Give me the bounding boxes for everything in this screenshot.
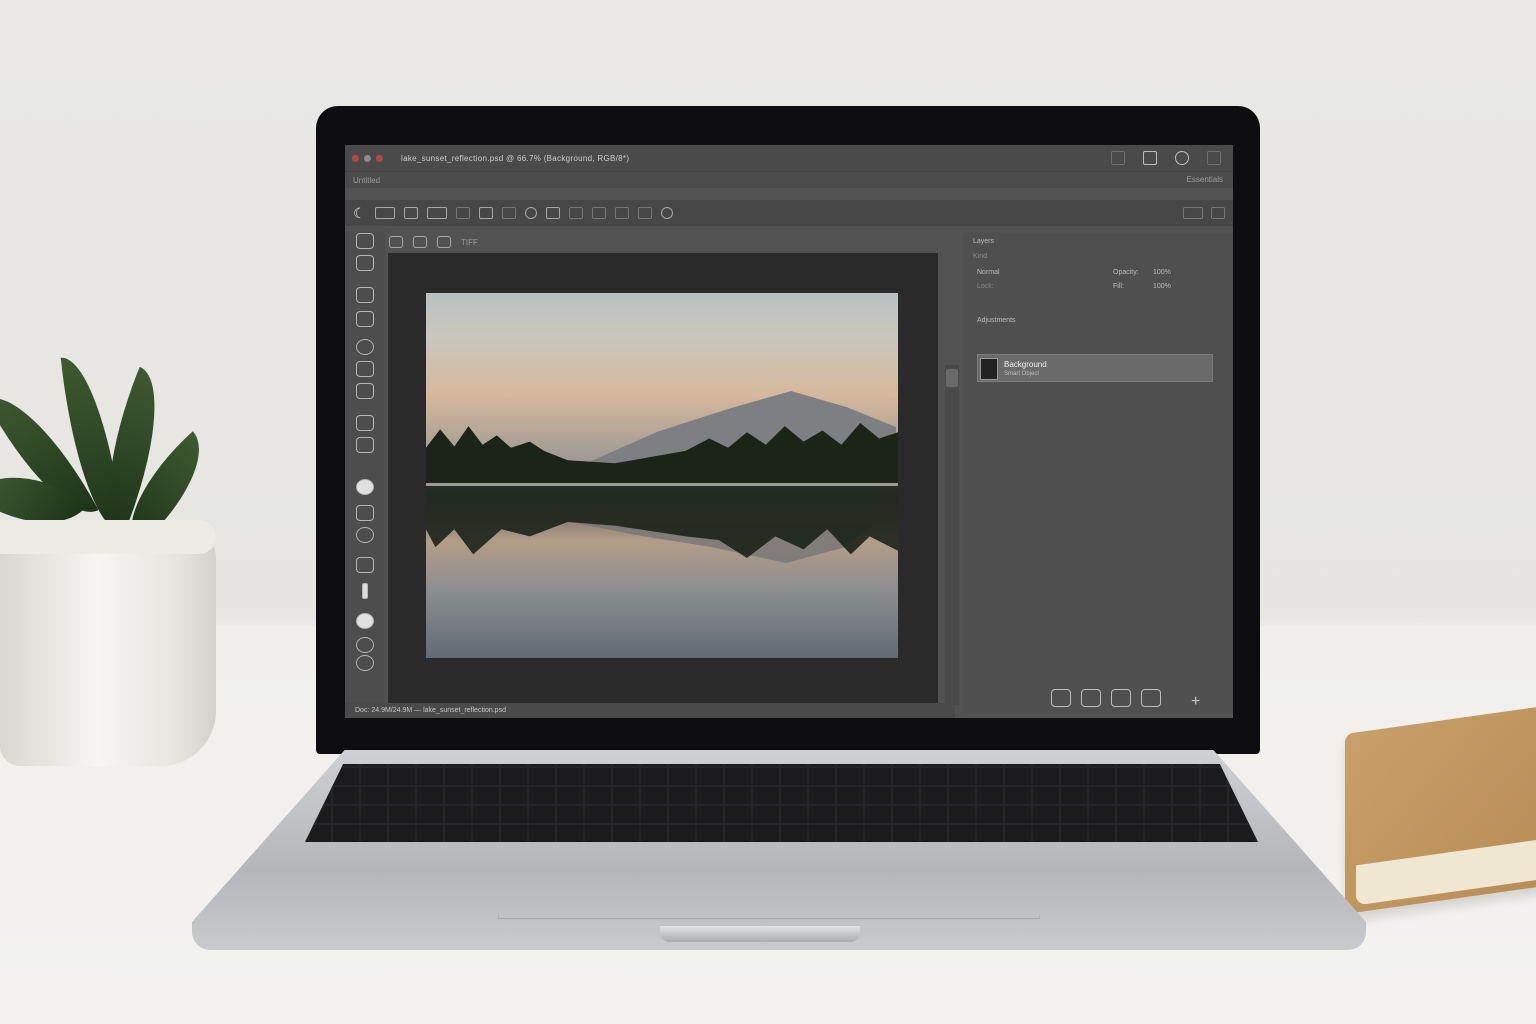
lasso-tool-icon[interactable] xyxy=(356,287,374,303)
view-options-icon[interactable] xyxy=(413,236,427,248)
zoom-tool-icon[interactable] xyxy=(356,637,374,653)
panel-title[interactable]: Layers xyxy=(973,238,994,245)
title-bar: lake_sunset_reflection.psd @ 66.7% (Back… xyxy=(345,145,1233,171)
vertical-scrollbar[interactable] xyxy=(945,365,959,705)
layer-thumbnail xyxy=(980,358,998,380)
plant-pot-rim xyxy=(0,520,216,554)
close-window-button[interactable] xyxy=(352,154,359,162)
hand-tool-icon[interactable] xyxy=(356,557,374,573)
shape-icon[interactable] xyxy=(614,207,629,219)
minimize-window-button[interactable] xyxy=(364,154,371,162)
text-icon[interactable] xyxy=(568,207,583,219)
layer-name[interactable]: Background xyxy=(1004,360,1047,369)
clone-icon[interactable] xyxy=(524,207,537,219)
link-icon[interactable] xyxy=(455,207,470,219)
panel-footer xyxy=(1051,689,1161,707)
foreground-color-icon[interactable] xyxy=(356,613,374,629)
cloud-icon[interactable] xyxy=(1175,151,1189,165)
pen-tool-icon[interactable] xyxy=(362,583,368,599)
marquee-tool-icon[interactable] xyxy=(356,255,374,271)
gradient-icon[interactable] xyxy=(545,207,560,219)
zoom-field-icon[interactable] xyxy=(1183,207,1203,219)
lock-label: Lock: xyxy=(977,283,994,290)
brush-mask-icon[interactable] xyxy=(1111,689,1131,707)
layer-group-label[interactable]: Adjustments xyxy=(977,317,1016,324)
eyedropper-tool-icon[interactable] xyxy=(356,415,374,431)
workspace-icon[interactable] xyxy=(1207,151,1221,165)
quick-mask-icon[interactable] xyxy=(356,655,374,671)
photo-editor-window: lake_sunset_reflection.psd @ 66.7% (Back… xyxy=(345,145,1233,718)
window-title: lake_sunset_reflection.psd @ 66.7% (Back… xyxy=(401,153,630,163)
menu-item-untitled[interactable]: Untitled xyxy=(353,176,380,185)
add-layer-icon[interactable]: + xyxy=(1191,693,1200,711)
healing-tool-icon[interactable] xyxy=(356,437,374,453)
arrange-icon[interactable] xyxy=(1211,207,1225,219)
blend-mode-select[interactable]: Normal xyxy=(977,269,1000,276)
lid-notch xyxy=(660,926,860,942)
path-icon[interactable] xyxy=(591,207,606,219)
status-text: Doc: 24.9M/24.9M — lake_sunset_reflectio… xyxy=(355,707,506,714)
toolbox xyxy=(345,231,385,711)
brush-icon[interactable] xyxy=(501,207,516,219)
align-icon[interactable] xyxy=(637,207,652,219)
scrollbar-thumb[interactable] xyxy=(946,369,958,387)
doc-tab-label[interactable]: TIFF xyxy=(461,238,478,247)
fill-label: Fill: xyxy=(1113,283,1124,290)
plant-pot xyxy=(0,520,216,766)
share-icon[interactable] xyxy=(1143,151,1157,165)
visibility-icon[interactable] xyxy=(1081,689,1101,707)
layer-subtitle: Smart Object xyxy=(1004,371,1040,377)
image-icon[interactable] xyxy=(437,236,451,248)
document-tabs: TIFF xyxy=(385,233,949,251)
gradient-tool-icon[interactable] xyxy=(356,505,374,521)
zoom-window-button[interactable] xyxy=(376,154,383,162)
search-icon[interactable] xyxy=(1111,151,1125,165)
marquee-icon[interactable] xyxy=(374,207,395,219)
rotate-view-icon[interactable] xyxy=(389,236,403,248)
layer-row-selected[interactable]: Background Smart Object xyxy=(977,354,1213,382)
canvas-image[interactable] xyxy=(426,293,898,658)
status-bar: Doc: 24.9M/24.9M — lake_sunset_reflectio… xyxy=(345,703,955,718)
blur-tool-icon[interactable] xyxy=(356,527,374,543)
move-tool-icon[interactable] xyxy=(356,233,374,249)
wand-icon[interactable] xyxy=(478,207,493,219)
layers-panel: Layers Kind Normal Opacity: 100% Lock: F… xyxy=(963,233,1233,713)
link-layers-icon[interactable] xyxy=(1051,689,1071,707)
eraser-tool-icon[interactable] xyxy=(356,339,374,355)
workspace-switcher[interactable]: Essentials xyxy=(1187,175,1223,184)
crop-icon[interactable] xyxy=(403,207,418,219)
options-bar: ☾ xyxy=(345,200,1233,226)
trackpad[interactable] xyxy=(498,846,1040,919)
opacity-value[interactable]: 100% xyxy=(1153,269,1171,276)
brush-tool-icon[interactable] xyxy=(356,311,374,327)
stamp-tool-icon[interactable] xyxy=(356,361,374,377)
moon-icon[interactable]: ☾ xyxy=(353,205,366,222)
frame-icon[interactable] xyxy=(426,207,447,219)
circle-selected-tool-icon[interactable] xyxy=(356,479,374,495)
keyboard-keys xyxy=(305,764,1258,842)
crop-tool-icon[interactable] xyxy=(356,383,374,399)
menu-bar: Untitled Essentials xyxy=(345,171,1233,188)
settings-icon[interactable] xyxy=(660,207,673,219)
filter-kind-label[interactable]: Kind xyxy=(973,253,987,260)
fill-value[interactable]: 100% xyxy=(1153,283,1171,290)
shoreline xyxy=(426,483,898,486)
new-layer-icon[interactable] xyxy=(1141,689,1161,707)
opacity-label: Opacity: xyxy=(1113,269,1139,276)
